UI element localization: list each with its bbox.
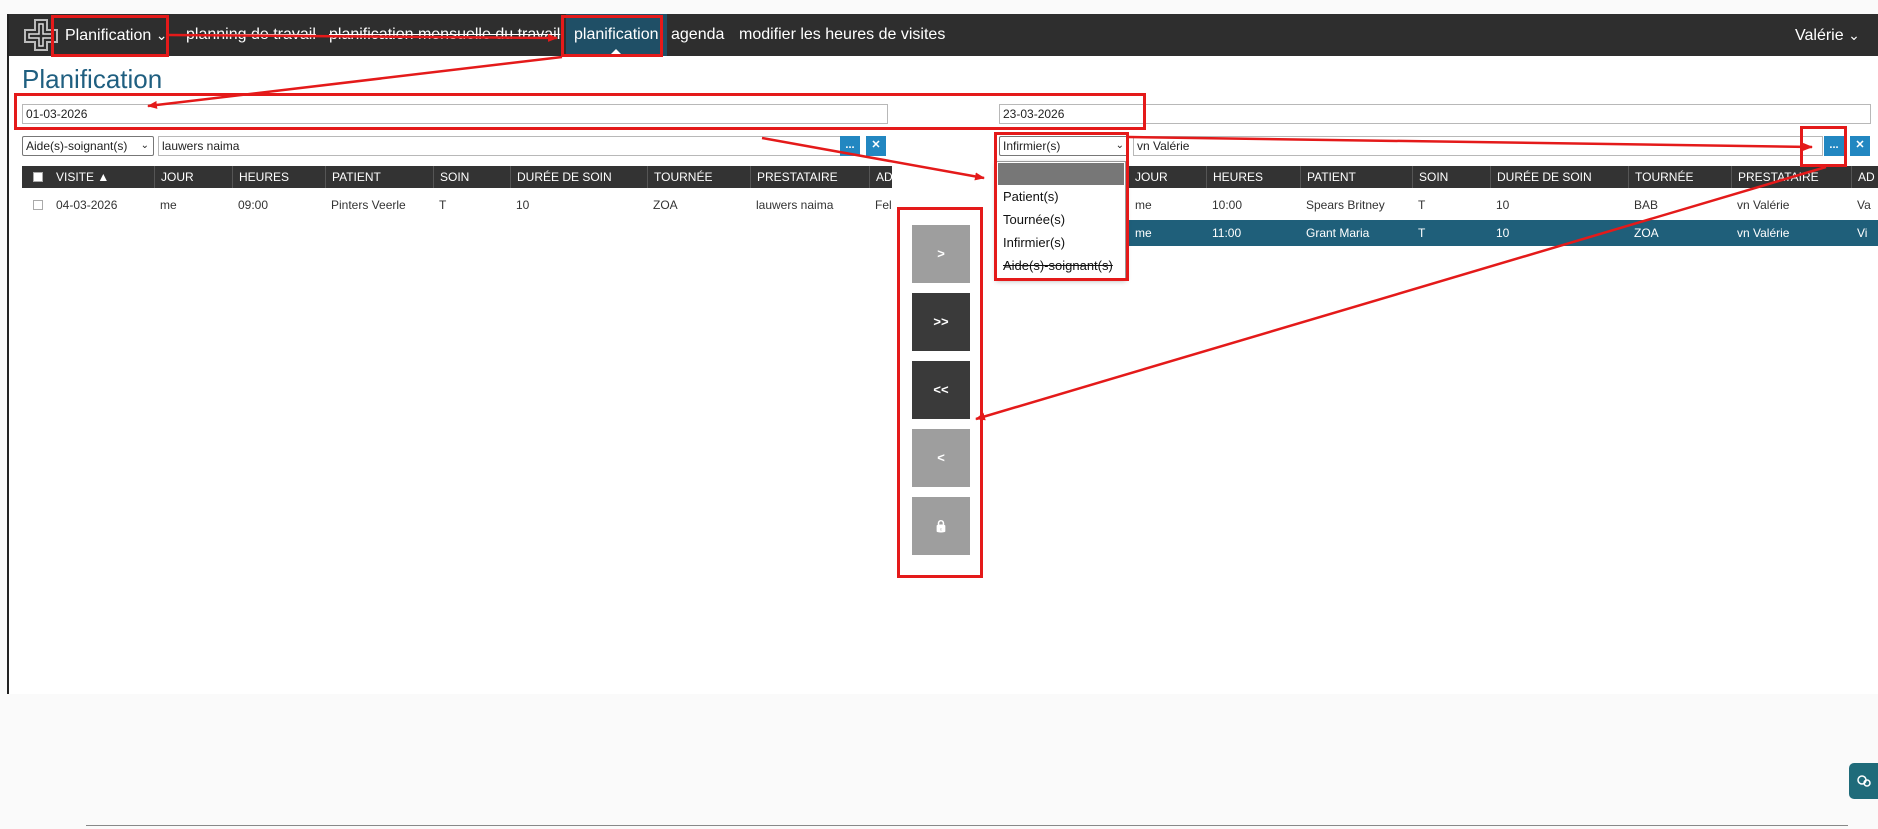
dropdown-option-aides-soignants[interactable]: Aide(s)-soignant(s): [1003, 256, 1113, 276]
left-table-header: VISITE ▲ JOUR HEURES PATIENT SOIN DURÉE …: [22, 166, 892, 188]
nav-planification-label: planification: [574, 26, 659, 43]
table-cell: 04-03-2026: [56, 198, 118, 212]
dropdown-option-blank[interactable]: [998, 163, 1124, 185]
table-cell: vn Valérie: [1737, 226, 1790, 240]
table-cell: ZOA: [653, 198, 678, 212]
table-cell: Spears Britney: [1306, 198, 1385, 212]
col-header[interactable]: VISITE ▲: [50, 166, 140, 188]
page-title: Planification: [22, 64, 163, 94]
lock-icon: 🔒: [933, 519, 949, 533]
chevron-down-icon: ⌄: [140, 140, 149, 151]
left-date-input[interactable]: 01-03-2026: [22, 104, 888, 124]
user-menu[interactable]: Valérie ⌄: [1795, 14, 1860, 56]
table-cell: ZOA: [1634, 226, 1659, 240]
right-filter-input[interactable]: vn Valérie: [1133, 136, 1823, 156]
col-header[interactable]: SOIN: [1412, 166, 1490, 188]
nav-planification[interactable]: planification: [566, 14, 667, 56]
dropdown-option-infirmiers[interactable]: Infirmier(s): [1003, 233, 1065, 253]
table-cell: Grant Maria: [1306, 226, 1370, 240]
table-cell: 10:00: [1212, 198, 1243, 212]
col-header[interactable]: HEURES: [1206, 166, 1300, 188]
table-cell: lauwers naima: [756, 198, 834, 212]
right-more-button[interactable]: ...: [1824, 136, 1844, 156]
move-all-right-button[interactable]: >>: [912, 293, 970, 351]
dropdown-option-tournees[interactable]: Tournée(s): [1003, 210, 1065, 230]
dropdown-option-patients[interactable]: Patient(s): [1003, 187, 1059, 207]
chevron-down-icon: ⌄: [155, 27, 168, 43]
col-header[interactable]: PATIENT: [1300, 166, 1412, 188]
col-header[interactable]: DURÉE DE SOIN: [1490, 166, 1628, 188]
table-cell: T: [1418, 226, 1426, 240]
nav-modifier-heures[interactable]: modifier les heures de visites: [739, 14, 945, 56]
nav-agenda[interactable]: agenda: [671, 14, 724, 56]
chat-icon[interactable]: [1849, 763, 1878, 799]
col-header[interactable]: PRESTATAIRE: [1731, 166, 1851, 188]
table-cell: me: [160, 198, 177, 212]
table-cell: 10: [1496, 198, 1510, 212]
move-all-left-button[interactable]: <<: [912, 361, 970, 419]
col-header[interactable]: PATIENT: [325, 166, 433, 188]
nav-planning-de-travail[interactable]: planning de travail: [186, 14, 316, 56]
right-clear-button[interactable]: ✕: [1850, 136, 1870, 156]
col-header[interactable]: TOURNÉE: [647, 166, 750, 188]
table-row-selected[interactable]: me 11:00 Grant Maria T 10 ZOA vn Valérie…: [1129, 220, 1878, 246]
col-header[interactable]: JOUR: [1129, 166, 1206, 188]
screenshot-stage: Planification ⌄ planning de travail plan…: [0, 0, 1878, 829]
left-filter-input[interactable]: lauwers naima: [158, 136, 841, 156]
right-date-input[interactable]: 23-03-2026: [999, 104, 1871, 124]
chevron-down-icon: ⌄: [1115, 140, 1124, 151]
top-nav-bar: Planification ⌄ planning de travail plan…: [9, 14, 1878, 56]
col-header[interactable]: AD: [869, 166, 892, 188]
chevron-down-icon: ⌄: [1848, 27, 1860, 43]
chat-icon-glyph: [1856, 775, 1871, 787]
left-clear-button[interactable]: ✕: [866, 136, 886, 156]
row-checkbox[interactable]: [33, 200, 43, 210]
col-header[interactable]: HEURES: [232, 166, 325, 188]
table-cell: Va: [1857, 198, 1871, 212]
table-cell: 11:00: [1212, 226, 1242, 240]
right-filter-type-select[interactable]: Infirmier(s) ⌄: [999, 136, 1129, 156]
table-cell: 10: [516, 198, 530, 212]
table-cell: vn Valérie: [1737, 198, 1790, 212]
table-cell: Fel: [875, 198, 892, 212]
table-cell: Vi: [1857, 226, 1868, 240]
move-right-button[interactable]: >: [912, 225, 970, 283]
col-header[interactable]: AD: [1851, 166, 1878, 188]
table-cell: 09:00: [238, 198, 269, 212]
app-window: Planification ⌄ planning de travail plan…: [7, 14, 1878, 694]
table-cell: T: [1418, 198, 1426, 212]
left-filter-type-value: Aide(s)-soignant(s): [26, 139, 128, 153]
table-row[interactable]: 04-03-2026 me 09:00 Pinters Veerle T 10 …: [22, 192, 892, 218]
left-more-button[interactable]: ...: [840, 136, 860, 156]
app-logo-icon[interactable]: [23, 18, 59, 52]
table-cell: 10: [1496, 226, 1510, 240]
select-all-checkbox[interactable]: [33, 172, 43, 182]
table-cell: T: [439, 198, 447, 212]
planification-menu-label: Planification: [65, 27, 152, 44]
col-header[interactable]: PRESTATAIRE: [750, 166, 869, 188]
col-header[interactable]: DURÉE DE SOIN: [510, 166, 647, 188]
col-header[interactable]: JOUR: [154, 166, 232, 188]
divider: [86, 825, 1848, 826]
table-row[interactable]: me 10:00 Spears Britney T 10 BAB vn Valé…: [1129, 192, 1878, 218]
user-name: Valérie: [1795, 27, 1844, 44]
table-cell: me: [1135, 226, 1152, 240]
table-cell: Pinters Veerle: [331, 198, 406, 212]
col-header[interactable]: TOURNÉE: [1628, 166, 1731, 188]
col-header[interactable]: SOIN: [433, 166, 510, 188]
nav-planification-mensuelle[interactable]: planification mensuelle du travail: [329, 14, 560, 56]
table-cell: BAB: [1634, 198, 1659, 212]
left-filter-type-select[interactable]: Aide(s)-soignant(s) ⌄: [22, 136, 154, 156]
right-filter-type-value: Infirmier(s): [1003, 139, 1061, 153]
right-table-header: JOUR HEURES PATIENT SOIN DURÉE DE SOIN T…: [1129, 166, 1878, 188]
filter-type-dropdown-list: Patient(s) Tournée(s) Infirmier(s) Aide(…: [996, 161, 1126, 279]
move-left-button[interactable]: <: [912, 429, 970, 487]
table-cell: me: [1135, 198, 1152, 212]
lock-button[interactable]: 🔒: [912, 497, 970, 555]
planification-menu[interactable]: Planification ⌄: [57, 14, 175, 56]
